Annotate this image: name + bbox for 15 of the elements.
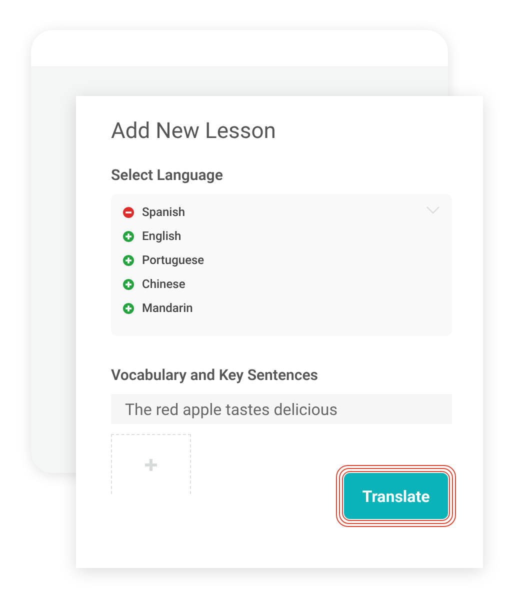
section-label: Vocabulary and Key Sentences: [111, 365, 320, 386]
plus-icon[interactable]: [123, 254, 134, 266]
card-title: Add New Lesson: [111, 118, 277, 146]
section-label: Select Language: [111, 165, 224, 186]
minus-icon[interactable]: [123, 206, 134, 218]
plus-icon[interactable]: [123, 230, 134, 242]
language-name: Spanish: [142, 205, 186, 219]
language-name: Portuguese: [142, 253, 204, 267]
input-field[interactable]: The red apple tastes delicious: [111, 394, 452, 424]
language-name: English: [142, 229, 182, 243]
plus-icon: [145, 458, 157, 470]
language-name: Mandarin: [142, 301, 193, 315]
plus-icon[interactable]: [123, 302, 134, 314]
plus-icon[interactable]: [123, 278, 134, 290]
language-name: Chinese: [142, 277, 186, 291]
